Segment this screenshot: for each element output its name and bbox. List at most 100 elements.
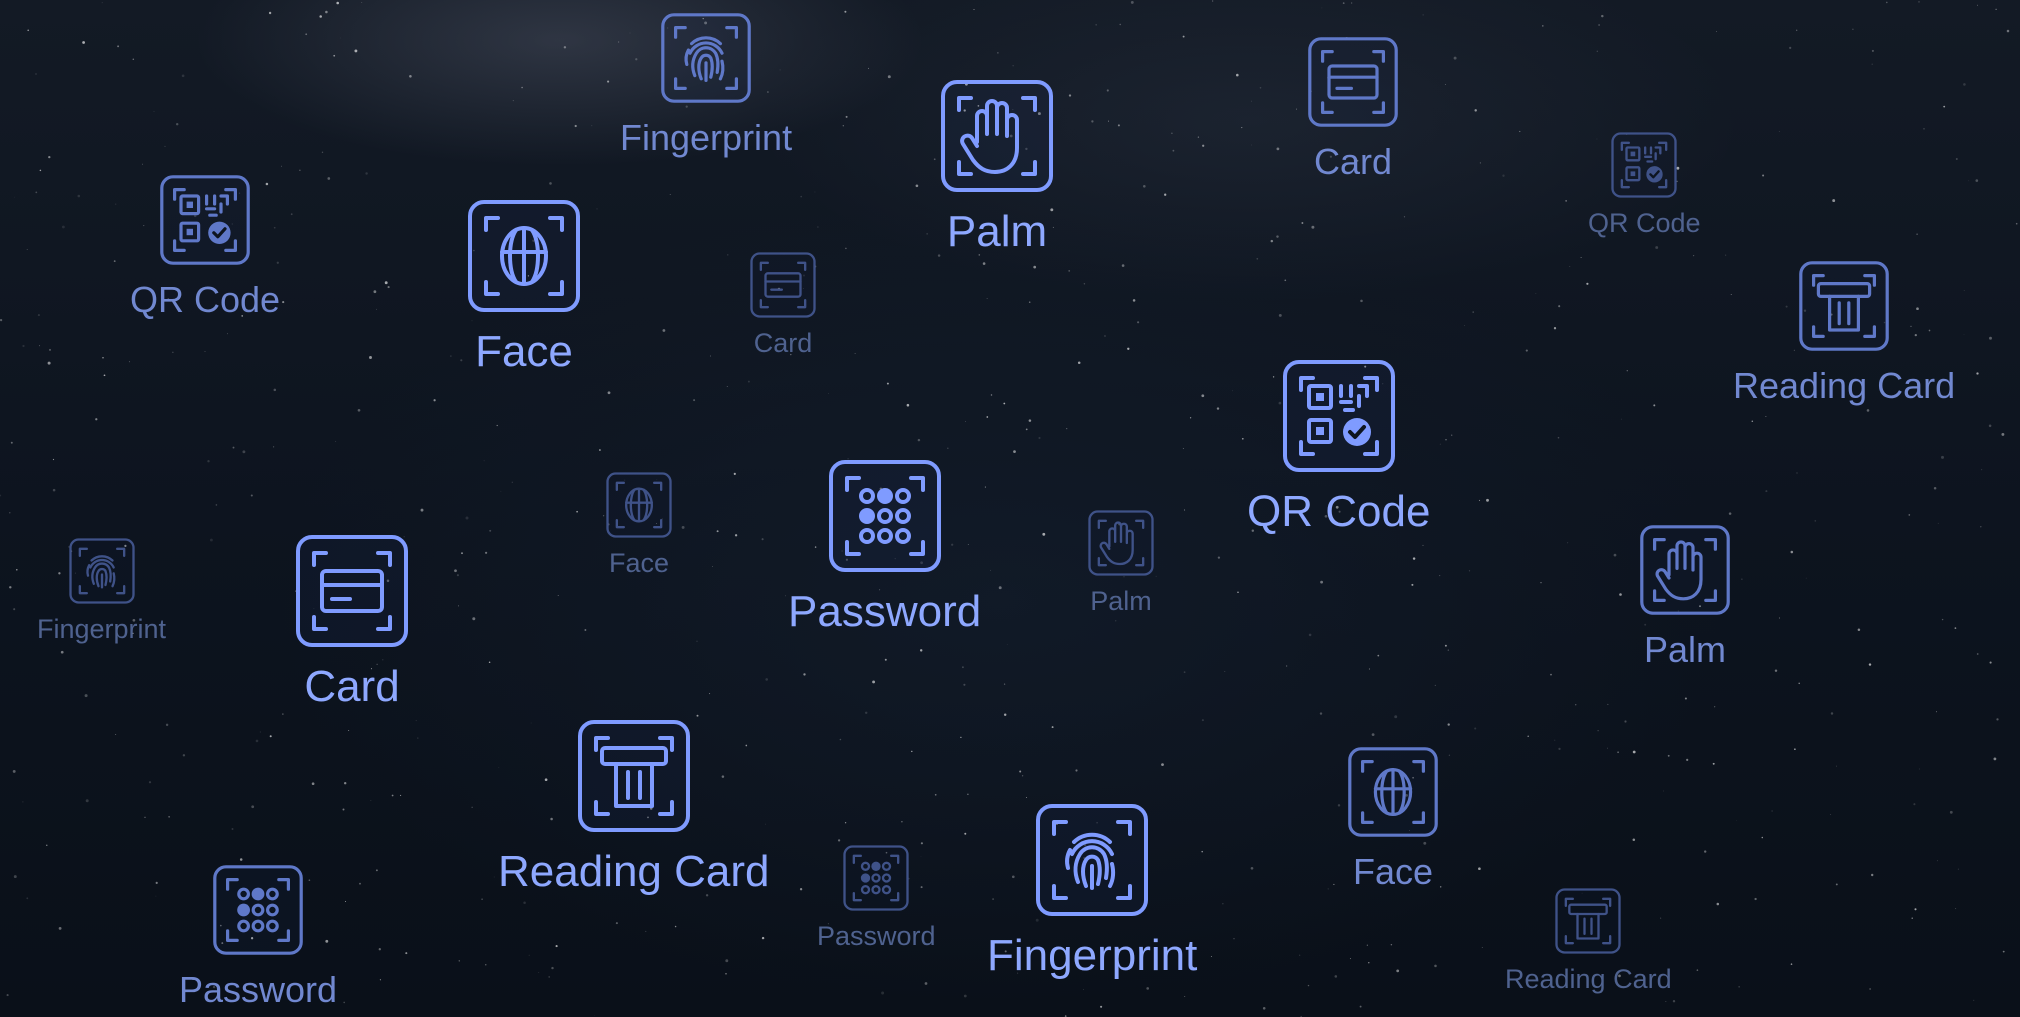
star [1422,14,1424,16]
star [725,959,729,963]
star [227,333,229,335]
auth-method-label: Fingerprint [620,117,793,158]
star [1068,270,1071,272]
star [710,355,711,357]
star [1913,803,1916,806]
star [961,666,964,669]
star [1327,888,1329,890]
star [1540,582,1542,584]
star [1686,758,1689,762]
star [165,723,169,727]
star [1439,575,1441,577]
star [1989,336,1992,340]
star [1222,903,1224,905]
qr-code-icon [1284,362,1393,470]
star [696,640,698,642]
star [1019,770,1022,773]
star [1871,49,1874,52]
star [361,2,363,3]
star [259,731,261,733]
auth-method-label: QR Code [1247,487,1431,536]
star [1146,987,1150,990]
star [155,881,158,885]
auth-method-qr-code: QR Code [130,172,280,318]
star [693,399,696,402]
star [761,936,765,940]
star [598,449,601,451]
face-icon [607,473,671,537]
star [1478,499,1481,502]
star [725,973,727,975]
star [827,392,829,394]
star [1916,233,1918,235]
star [12,769,16,773]
star [327,177,331,180]
star [933,158,936,161]
star [1957,868,1959,870]
star [472,617,476,621]
star [1360,299,1363,303]
auth-method-password: Password [788,456,981,634]
star [523,901,526,905]
star [584,629,587,631]
star [348,730,350,731]
star [1725,254,1727,256]
star [1319,712,1323,715]
star [538,972,540,974]
star [1286,665,1288,667]
auth-method-reading-card: Reading Card [1505,886,1672,993]
star [1114,620,1117,622]
face-icon [470,202,578,310]
star [1712,762,1715,765]
star [1216,407,1220,410]
auth-method-label: Reading Card [1733,365,1956,406]
star [1558,305,1561,308]
auth-method-fingerprint: Fingerprint [987,800,1197,978]
star [1184,995,1186,998]
star [1333,883,1335,885]
star [1778,617,1780,619]
auth-method-label: Card [753,328,813,358]
star [496,424,498,427]
star [555,945,558,948]
star [1411,583,1414,586]
star [1535,293,1537,294]
star [483,460,485,462]
star [35,73,37,75]
star [1988,424,1992,428]
star [1835,883,1838,886]
star [115,203,117,205]
star [1790,963,1793,965]
star [1182,448,1184,450]
star [333,54,336,57]
star [417,737,419,739]
star [1119,23,1121,26]
auth-method-qr-code: QR Code [1588,130,1701,237]
star [733,472,736,475]
star [465,516,469,520]
star [1751,420,1754,422]
auth-method-label: QR Code [130,279,281,320]
star [960,736,962,739]
star [370,799,372,801]
star [1554,739,1556,741]
star [27,29,30,32]
star [1028,301,1031,303]
star [986,298,988,299]
reading-card-icon [1800,262,1888,350]
star [269,735,272,738]
star [1586,282,1589,285]
star [1914,908,1917,911]
star [0,494,2,497]
star [37,314,40,317]
star [1774,669,1778,672]
star [153,110,155,112]
auth-method-password: Password [179,862,337,1008]
star [379,979,381,981]
star [1871,63,1873,65]
star [1212,0,1214,2]
star [551,966,554,970]
star [77,194,81,198]
star [113,260,116,262]
star [1980,526,1982,528]
